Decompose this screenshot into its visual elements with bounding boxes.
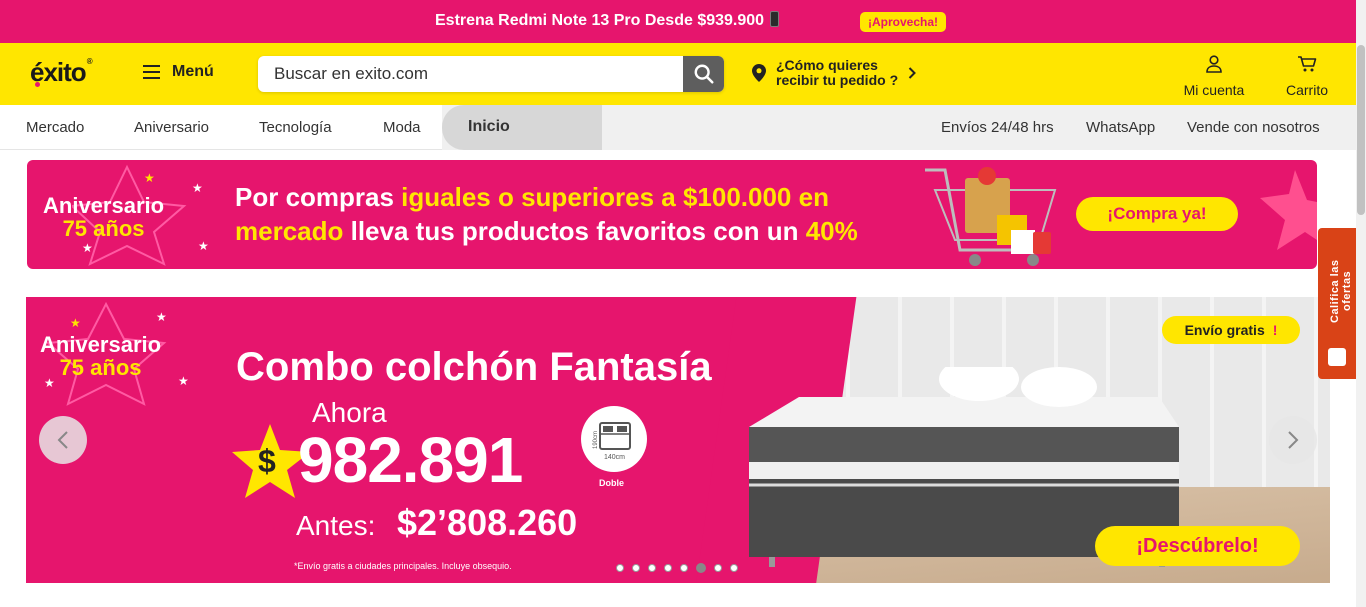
svg-text:★: ★ xyxy=(70,316,81,330)
svg-text:★: ★ xyxy=(144,171,155,185)
bed-length-label: 190cm xyxy=(593,431,599,449)
chevron-left-icon xyxy=(57,431,68,449)
hero-price: 982.891 xyxy=(298,424,523,496)
menu-button[interactable]: Menú xyxy=(143,63,214,81)
phone-icon xyxy=(770,11,780,27)
carousel-dot[interactable] xyxy=(648,564,656,572)
carousel-dot[interactable] xyxy=(664,564,672,572)
carousel-dot[interactable] xyxy=(730,564,738,572)
anniversary-promo-banner[interactable]: ★ ★ ★ ★ Aniversario 75 años Por compras … xyxy=(27,160,1317,269)
hero-disclaimer: *Envío gratis a ciudades principales. In… xyxy=(294,561,512,571)
descubrelo-button[interactable]: ¡Descúbrelo! xyxy=(1095,526,1300,566)
aprovecha-button[interactable]: ¡Aprovecha! xyxy=(860,12,947,32)
search-input[interactable] xyxy=(258,56,683,92)
category-nav: Mercado Aniversario Tecnología Moda Inic… xyxy=(0,105,1356,150)
delivery-selector[interactable]: ¿Cómo quieres recibir tu pedido ? xyxy=(752,57,917,88)
bed-size-icon: 140cm 190cm xyxy=(593,422,631,461)
cart-icon xyxy=(1298,56,1317,72)
delivery-text: ¿Cómo quieres recibir tu pedido ? xyxy=(776,57,899,88)
nav-active-tab xyxy=(442,105,602,150)
search-button[interactable] xyxy=(683,56,724,92)
rate-offers-label: Califica las ofertas xyxy=(1329,259,1353,323)
nav-item-tecnologia[interactable]: Tecnología xyxy=(259,119,332,136)
carousel-next-button[interactable] xyxy=(1269,416,1317,464)
anniversary-badge: Aniversario 75 años xyxy=(40,332,162,380)
location-pin-icon xyxy=(752,64,766,82)
star-decoration-right-icon xyxy=(1260,170,1317,250)
carousel-dots xyxy=(616,563,738,573)
search-icon xyxy=(694,64,714,84)
nav-item-envios[interactable]: Envíos 24/48 hrs xyxy=(941,119,1054,136)
hero-antes-price: $2’808.260 xyxy=(397,502,578,543)
bed-width-label: 140cm xyxy=(604,454,625,461)
chevron-right-icon xyxy=(908,67,917,79)
carousel-dot[interactable] xyxy=(632,564,640,572)
search-box xyxy=(258,56,724,92)
carousel-dot[interactable] xyxy=(616,564,624,572)
feedback-icon xyxy=(1328,348,1346,366)
menu-label: Menú xyxy=(172,63,214,80)
promo-text: Estrena Redmi Note 13 Pro Desde $939.900 xyxy=(435,11,780,30)
currency-symbol: $ xyxy=(258,443,276,479)
svg-text:★: ★ xyxy=(198,239,209,253)
svg-text:★: ★ xyxy=(178,374,189,388)
carousel-dot[interactable] xyxy=(680,564,688,572)
scrollbar-thumb[interactable] xyxy=(1357,45,1365,215)
hamburger-icon xyxy=(143,65,160,79)
bed-size-label: Doble xyxy=(599,478,625,488)
nav-item-mercado[interactable]: Mercado xyxy=(26,119,84,136)
promo-bar: Estrena Redmi Note 13 Pro Desde $939.900… xyxy=(0,0,1366,43)
account-button[interactable]: Mi cuenta xyxy=(1178,55,1250,98)
nav-item-whatsapp[interactable]: WhatsApp xyxy=(1086,119,1155,136)
banner1-headline: Por compras iguales o superiores a $100.… xyxy=(235,182,858,246)
logo-dot-icon xyxy=(35,82,40,87)
envio-gratis-badge: Envío gratis! xyxy=(1162,316,1300,344)
header: éxito® Menú ¿Cómo quieres recibir tu ped… xyxy=(0,43,1356,105)
shopping-cart-illustration-icon xyxy=(925,167,1057,266)
svg-text:★: ★ xyxy=(192,181,203,195)
nav-item-inicio[interactable]: Inicio xyxy=(468,118,510,136)
carousel-dot[interactable] xyxy=(714,564,722,572)
nav-item-vende[interactable]: Vende con nosotros xyxy=(1187,119,1320,136)
nav-item-moda[interactable]: Moda xyxy=(383,119,421,136)
anniversary-badge: Aniversario 75 años xyxy=(43,193,165,241)
hero-title: Combo colchón Fantasía xyxy=(236,345,712,389)
cart-label: Carrito xyxy=(1285,82,1328,98)
account-label: Mi cuenta xyxy=(1183,82,1245,98)
cart-button[interactable]: Carrito xyxy=(1278,55,1336,98)
hero-carousel[interactable]: ★ ★ ★ ★ Aniversario 75 años Combo colchó… xyxy=(26,297,1330,583)
carousel-prev-button[interactable] xyxy=(39,416,87,464)
carousel-dot-active[interactable] xyxy=(696,563,706,573)
svg-text:★: ★ xyxy=(156,310,167,324)
compra-ya-button[interactable]: ¡Compra ya! xyxy=(1076,197,1238,231)
user-icon xyxy=(1206,55,1222,73)
bed-size-badge: 140cm 190cm xyxy=(581,406,647,472)
nav-item-aniversario[interactable]: Aniversario xyxy=(134,119,209,136)
hero-antes-label: Antes: xyxy=(296,510,376,541)
chevron-right-icon xyxy=(1288,431,1299,449)
svg-text:★: ★ xyxy=(82,241,93,255)
